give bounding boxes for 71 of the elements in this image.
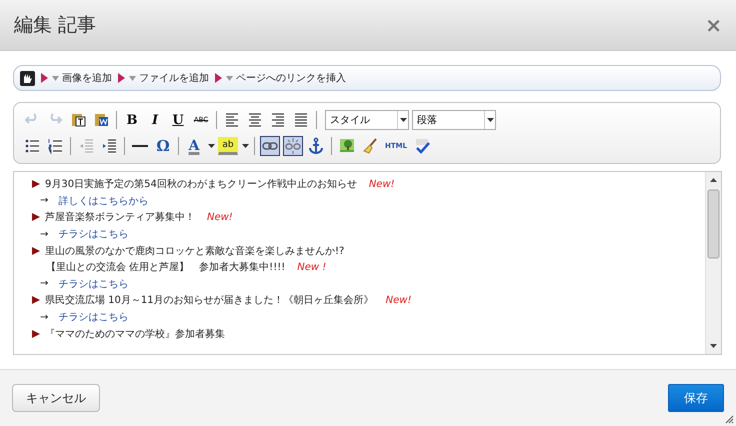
- anchor-button[interactable]: [306, 136, 326, 156]
- notice-text: 【里山との交流会 佐用と芦屋】 参加者大募集中!!!!: [46, 260, 286, 274]
- notice-text: 里山の風景のなかで鹿肉コロッケと素敵な音楽を楽しみませんか!?: [45, 244, 344, 258]
- arrow-text: →: [40, 195, 48, 206]
- caret-icon: [129, 74, 136, 82]
- paste-text-icon: [70, 111, 86, 129]
- spellcheck-icon: [414, 137, 430, 155]
- new-label: New !: [297, 262, 326, 273]
- dialog-title: 編集 記事: [14, 13, 96, 38]
- caret-icon[interactable]: [208, 144, 215, 148]
- caret-icon: [487, 118, 494, 122]
- caret-icon[interactable]: [242, 144, 249, 148]
- close-button[interactable]: ×: [705, 13, 722, 37]
- notice-text: 9月30日実施予定の第54回秋のわがまちクリーン作戦中止のお知らせ: [45, 178, 357, 192]
- italic-button[interactable]: I: [145, 110, 165, 130]
- unlink-button[interactable]: [283, 136, 303, 156]
- symbol-button[interactable]: Ω: [153, 136, 173, 156]
- insert-menu-button[interactable]: 画像を追加: [52, 71, 112, 85]
- arrow-icon: [118, 73, 125, 83]
- bullet-icon: [32, 213, 40, 222]
- align-left-icon: [224, 111, 240, 129]
- new-label: New!: [207, 212, 233, 223]
- anchor-icon: [308, 137, 324, 155]
- notice-link[interactable]: チラシはこちら: [58, 276, 128, 291]
- hand-logo-icon: [20, 70, 35, 86]
- notice-text: 芦屋音楽祭ボランティア募集中！: [45, 210, 195, 224]
- notice-text: 県民交流広場 10月～11月のお知らせが届きました！《朝日ヶ丘集会所》: [45, 294, 374, 308]
- arrow-text: →: [40, 278, 48, 290]
- indent-icon: [101, 137, 117, 155]
- new-label: New!: [386, 294, 412, 306]
- paste-word-icon: [93, 111, 109, 129]
- link-button[interactable]: [260, 136, 280, 156]
- horizontal-rule-icon: [132, 145, 148, 147]
- outdent-icon: [78, 137, 94, 155]
- caret-icon: [226, 74, 233, 82]
- arrow-text: →: [40, 228, 48, 240]
- insert-menu-button[interactable]: ファイルを追加: [129, 71, 209, 85]
- caret-icon: [400, 118, 407, 122]
- bullet-list-icon: [24, 137, 40, 155]
- text-color-button[interactable]: A: [184, 136, 204, 156]
- save-button[interactable]: 保存: [668, 384, 724, 412]
- notice-text: 『ママのためのママの学校』参加者募集: [45, 328, 225, 341]
- scrollbar[interactable]: [705, 172, 721, 354]
- number-list-icon: [47, 137, 63, 155]
- notice-link[interactable]: チラシはこちら: [58, 227, 128, 242]
- cleanup-icon: [362, 137, 378, 155]
- arrow-text: →: [40, 312, 48, 323]
- unlink-icon: [285, 137, 301, 155]
- arrow-icon: [215, 73, 222, 83]
- format-dropdown[interactable]: スタイル: [325, 110, 409, 130]
- align-center-icon: [247, 111, 263, 129]
- justify-icon: [293, 111, 309, 129]
- bullet-icon: [32, 330, 40, 338]
- bold-button[interactable]: B: [122, 110, 142, 130]
- resize-grip-icon[interactable]: [724, 414, 734, 424]
- insert-menu-button[interactable]: ページへのリンクを挿入: [226, 71, 346, 85]
- cancel-button[interactable]: キャンセル: [12, 384, 100, 412]
- format-dropdown[interactable]: 段落: [412, 110, 496, 130]
- notice-link[interactable]: チラシはこちら: [58, 310, 128, 324]
- arrow-icon: [41, 73, 48, 83]
- notice-link[interactable]: 詳しくはこちらから: [58, 194, 148, 208]
- editor-area[interactable]: [13, 171, 722, 355]
- highlight-button[interactable]: ab: [218, 137, 238, 155]
- new-label: New!: [368, 178, 395, 190]
- bullet-icon: [32, 296, 40, 304]
- align-right-icon: [270, 111, 286, 129]
- bullet-icon: [32, 180, 40, 188]
- underline-button[interactable]: U: [168, 110, 188, 130]
- bullet-icon: [32, 246, 40, 255]
- caret-icon: [52, 74, 59, 82]
- image-icon: [339, 137, 355, 155]
